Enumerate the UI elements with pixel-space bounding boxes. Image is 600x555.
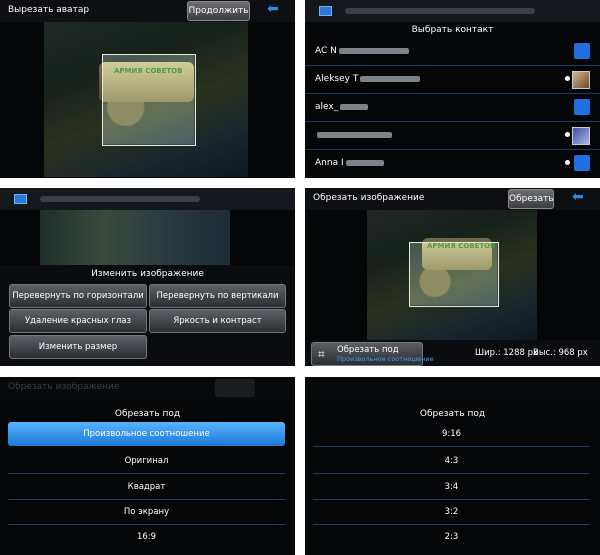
generic-avatar-icon xyxy=(574,43,590,59)
screen-title: Обрезать изображение xyxy=(313,193,425,203)
resize-button[interactable]: Изменить размер xyxy=(9,335,147,359)
crop-shade-right xyxy=(194,22,248,177)
contact-list-header: Выбрать контакт xyxy=(411,25,494,35)
picker-header: Обрезать под xyxy=(419,409,486,419)
choose-contact-screen: Выбрать контакт AC N Aleksey T alex_ Ann… xyxy=(305,0,600,178)
ratio-option-3-4[interactable]: 3:4 xyxy=(313,475,590,500)
contact-row[interactable]: alex_ xyxy=(305,94,600,122)
contact-name: Aleksey T xyxy=(315,74,421,84)
crop-ratio-picker-scrolled: Обрезать под 9:16 4:3 3:4 3:2 2:3 xyxy=(305,377,600,555)
height-readout: Выс.: 968 px xyxy=(533,348,588,358)
brightness-contrast-button[interactable]: Яркость и контраст xyxy=(149,309,286,333)
flip-horizontal-button[interactable]: Перевернуть по горизонтали xyxy=(9,284,147,308)
edit-image-screen: Изменить изображение Перевернуть по гори… xyxy=(0,188,295,366)
presence-icon xyxy=(565,132,570,137)
contact-name xyxy=(315,130,392,140)
crop-selection[interactable] xyxy=(409,242,499,307)
contact-row[interactable]: Anna I xyxy=(305,150,600,177)
picker-header: Обрезать под xyxy=(114,409,181,419)
contact-name: alex_ xyxy=(315,102,369,112)
back-arrow-icon[interactable]: ⬅ xyxy=(267,1,279,17)
photo-preview: АРМИЯ СОВЕТОВ xyxy=(367,210,537,340)
photo-avatar xyxy=(572,127,590,145)
task-switcher-icon[interactable] xyxy=(14,194,27,204)
status-info xyxy=(345,8,535,14)
back-arrow-icon[interactable]: ⬅ xyxy=(572,189,584,205)
title-bar xyxy=(305,377,600,399)
edit-menu-header: Изменить изображение xyxy=(91,269,204,279)
title-bar: Обрезать изображение Обрезать ⬅ xyxy=(305,188,600,210)
ratio-option-2-3[interactable]: 2:3 xyxy=(313,525,590,549)
contact-name: Anna I xyxy=(315,158,384,168)
ratio-option-square[interactable]: Квадрат xyxy=(8,475,285,500)
contact-row[interactable]: Aleksey T xyxy=(305,66,600,94)
crop-ratio-value: Произвольное соотношение xyxy=(337,355,434,363)
crop-selection[interactable] xyxy=(102,54,196,146)
flip-vertical-button[interactable]: Перевернуть по вертикали xyxy=(149,284,286,308)
generic-avatar-icon xyxy=(574,155,590,171)
crop-shade-top xyxy=(409,210,497,242)
ratio-option-9-16[interactable]: 9:16 xyxy=(313,422,590,447)
contact-row[interactable]: AC N xyxy=(305,38,600,66)
ratio-option-screen[interactable]: По экрану xyxy=(8,500,285,525)
task-switcher-icon[interactable] xyxy=(319,6,332,16)
width-readout: Шир.: 1288 px xyxy=(475,348,539,358)
presence-icon xyxy=(565,76,570,81)
edit-menu: Изменить изображение Перевернуть по гори… xyxy=(0,265,295,366)
status-info xyxy=(40,196,200,202)
generic-avatar-icon xyxy=(574,99,590,115)
background-image xyxy=(40,210,230,265)
contact-row[interactable] xyxy=(305,122,600,150)
ratio-option-3-2[interactable]: 3:2 xyxy=(313,500,590,525)
photo-preview: АРМИЯ СОВЕТОВ xyxy=(44,22,248,177)
crop-image-screen: Обрезать изображение Обрезать ⬅ АРМИЯ СО… xyxy=(305,188,600,366)
crop-shade-left xyxy=(44,22,102,177)
screen-title: Вырезать аватар xyxy=(8,5,90,15)
title-bar: Обрезать изображение xyxy=(0,377,295,399)
status-bar xyxy=(0,188,295,210)
crop-avatar-screen: Вырезать аватар Продолжить ⬅ АРМИЯ СОВЕТ… xyxy=(0,0,295,178)
presence-icon xyxy=(565,160,570,165)
title-bar: Вырезать аватар Продолжить ⬅ xyxy=(0,0,295,22)
crop-shade-right xyxy=(497,210,537,340)
crop-ratio-picker: Обрезать изображение Обрезать под Произв… xyxy=(0,377,295,555)
ratio-option-4-3[interactable]: 4:3 xyxy=(313,449,590,474)
crop-shade-left xyxy=(367,210,409,340)
crop-button[interactable]: Обрезать xyxy=(508,189,554,209)
red-eye-removal-button[interactable]: Удаление красных глаз xyxy=(9,309,147,333)
ratio-option-original[interactable]: Оригинал xyxy=(8,449,285,474)
crop-shade-top xyxy=(102,22,194,54)
crop-ratio-button[interactable]: ⌗ Обрезать под Произвольное соотношение xyxy=(311,342,434,366)
screen-title: Обрезать изображение xyxy=(8,382,120,392)
crop-shade-bottom xyxy=(102,144,194,177)
status-bar xyxy=(305,0,600,22)
continue-button[interactable]: Продолжить xyxy=(187,1,250,21)
ratio-option-16-9[interactable]: 16:9 xyxy=(8,525,285,549)
contact-name: AC N xyxy=(315,46,409,56)
ratio-option-freeform[interactable]: Произвольное соотношение xyxy=(8,422,285,446)
crop-info-bar: ⌗ Обрезать под Произвольное соотношение … xyxy=(305,340,600,366)
photo-avatar xyxy=(572,71,590,89)
crop-icon: ⌗ xyxy=(318,347,325,361)
crop-button xyxy=(215,379,255,397)
crop-ratio-label: Обрезать под xyxy=(337,345,399,355)
crop-shade-bottom xyxy=(409,305,497,340)
